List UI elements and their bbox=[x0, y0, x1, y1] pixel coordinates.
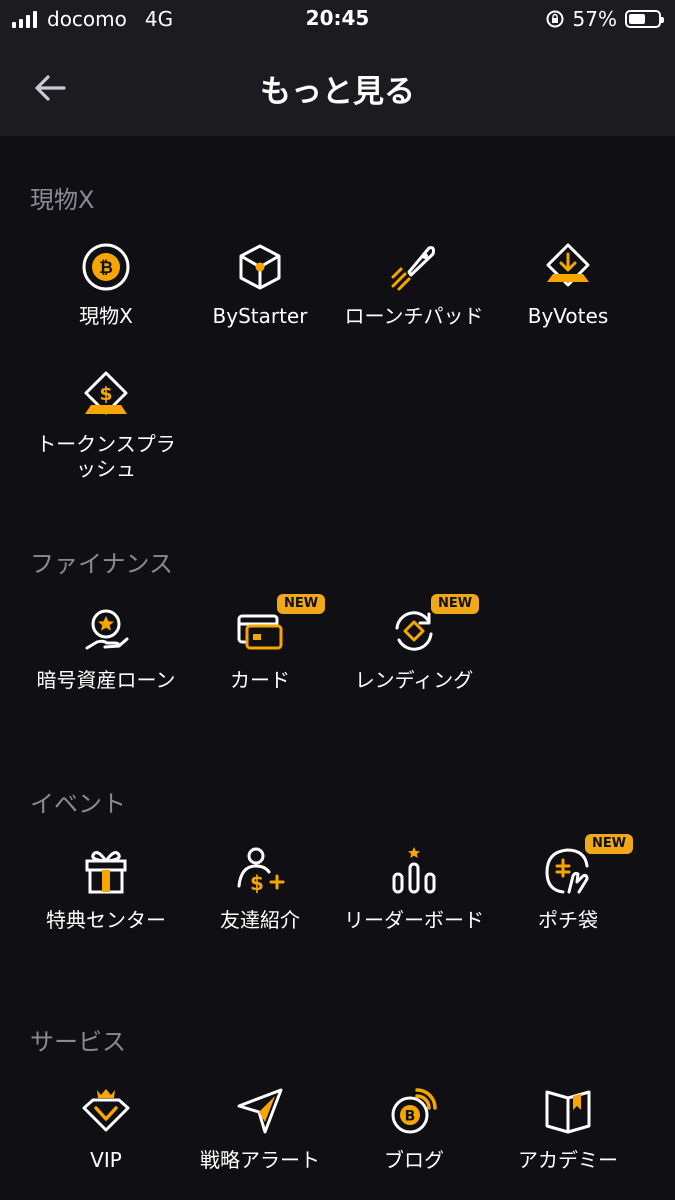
blog-icon: B bbox=[391, 1088, 437, 1134]
menu-item-pochibukuro[interactable]: NEW ポチ袋 bbox=[488, 834, 648, 933]
menu-item-label: ByStarter bbox=[212, 304, 308, 328]
svg-text:B: B bbox=[405, 1109, 416, 1125]
cube-icon bbox=[239, 244, 281, 290]
menu-item-label: カード bbox=[230, 668, 290, 692]
menu-item-blog[interactable]: B ブログ bbox=[334, 1086, 494, 1173]
new-badge: NEW bbox=[431, 594, 480, 614]
nav-header: もっと見る bbox=[0, 38, 675, 136]
dollar-diamond-icon: $ bbox=[84, 371, 128, 415]
orientation-lock-icon bbox=[546, 10, 564, 28]
menu-item-label: ブログ bbox=[384, 1148, 444, 1172]
menu-item-byvotes[interactable]: ByVotes bbox=[488, 242, 648, 329]
leaderboard-icon bbox=[392, 847, 436, 894]
menu-item-label: リーダーボード bbox=[344, 908, 484, 932]
menu-item-label: 特典センター bbox=[46, 908, 166, 932]
menu-item-bystarter[interactable]: ByStarter bbox=[180, 242, 340, 329]
menu-item-vip[interactable]: VIP bbox=[26, 1086, 186, 1173]
menu-item-lending[interactable]: NEW レンディング bbox=[334, 594, 494, 693]
red-envelope-icon bbox=[545, 848, 589, 894]
page-title: もっと見る bbox=[260, 74, 415, 110]
svg-text:$: $ bbox=[99, 383, 112, 405]
svg-text:$: $ bbox=[250, 871, 264, 895]
gift-icon bbox=[85, 851, 127, 894]
menu-item-leaderboard[interactable]: リーダーボード bbox=[334, 846, 494, 933]
menu-item-label: ポチ袋 bbox=[538, 908, 598, 932]
new-badge: NEW bbox=[277, 594, 326, 614]
rocket-icon bbox=[391, 246, 435, 291]
battery-icon bbox=[625, 10, 664, 28]
menu-item-label: 友達紹介 bbox=[220, 908, 300, 932]
menu-item-strategy-alert[interactable]: 戦略アラート bbox=[180, 1086, 340, 1173]
menu-item-academy[interactable]: アカデミー bbox=[488, 1086, 648, 1173]
menu-item-label: 暗号資産ローン bbox=[36, 668, 176, 692]
menu-item-spot[interactable]: ₿ 現物X bbox=[26, 242, 186, 329]
svg-text:₿: ₿ bbox=[99, 258, 113, 278]
referral-icon: $ bbox=[237, 847, 285, 895]
section-title: ファイナンス bbox=[30, 550, 174, 578]
card-icon bbox=[237, 614, 283, 650]
menu-item-referral[interactable]: $ 友達紹介 bbox=[180, 846, 340, 933]
menu-item-label: ローンチパッド bbox=[344, 304, 484, 328]
menu-item-card[interactable]: NEW カード bbox=[180, 594, 340, 693]
menu-item-label: アカデミー bbox=[518, 1148, 618, 1172]
new-badge: NEW bbox=[585, 834, 634, 854]
menu-item-label: 戦略アラート bbox=[200, 1148, 320, 1172]
menu-item-label: 現物X bbox=[79, 304, 133, 328]
lending-cycle-icon bbox=[395, 611, 433, 651]
bitcoin-icon: ₿ bbox=[82, 243, 130, 291]
section-title: イベント bbox=[30, 790, 126, 818]
menu-item-label: VIP bbox=[90, 1148, 122, 1172]
menu-item-label: トークンスプラッシュ bbox=[36, 432, 176, 481]
book-icon bbox=[545, 1090, 591, 1134]
vip-crown-icon bbox=[82, 1089, 130, 1132]
menu-item-crypto-loan[interactable]: 暗号資産ローン bbox=[26, 606, 186, 693]
menu-item-rewards-center[interactable]: 特典センター bbox=[26, 846, 186, 933]
menu-item-label: ByVotes bbox=[527, 304, 609, 328]
send-arrow-icon bbox=[237, 1088, 283, 1134]
loan-hand-icon bbox=[85, 609, 129, 650]
menu-item-label: レンディング bbox=[354, 668, 474, 692]
menu-item-launchpad[interactable]: ローンチパッド bbox=[334, 242, 494, 329]
menu-item-token-splash[interactable]: $ トークンスプラッシュ bbox=[26, 370, 186, 482]
section-title: サービス bbox=[30, 1028, 126, 1056]
vote-box-icon bbox=[546, 243, 590, 287]
section-title: 現物X bbox=[30, 186, 95, 214]
status-bar: docomo 4G 20:45 57% bbox=[0, 0, 675, 38]
battery-percent: 57% bbox=[572, 7, 617, 31]
